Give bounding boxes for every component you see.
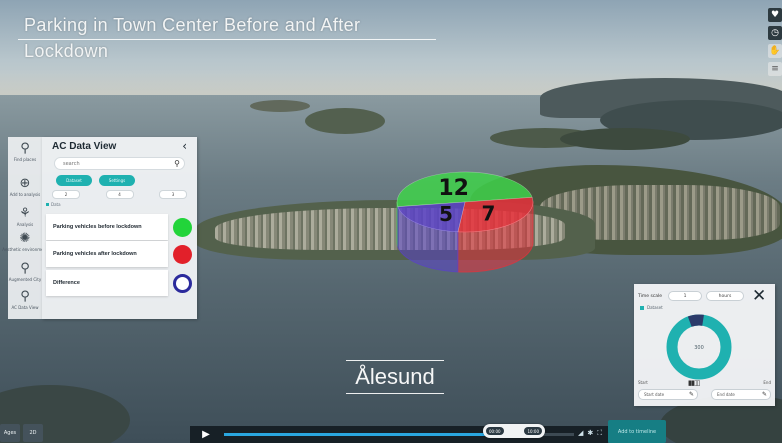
ac-item-card: Parking vehicles before lockdown [46, 214, 168, 240]
ac-panel-header: AC Data View ‹ [42, 137, 197, 155]
pencil-icon[interactable]: ✎ [762, 391, 767, 398]
pie-slice-label: 12 [438, 176, 469, 201]
city-label: Ålesund [346, 360, 444, 394]
ac-item-card: Difference [46, 270, 168, 296]
fullscreen-icon[interactable]: ⛶ [597, 429, 602, 438]
pencil-icon[interactable]: ✎ [689, 391, 694, 398]
find-places-icon: ⚲ [20, 141, 30, 156]
donut-center-value: 300 [694, 345, 704, 351]
tool-aesthetic-environment[interactable]: ✺ Aesthetic environment [2, 227, 47, 257]
number-box[interactable]: 2 [52, 190, 80, 199]
tool-label: Analysis [16, 222, 34, 227]
start-date-text: Start date [644, 392, 665, 397]
start-date-input[interactable]: Start date ✎ [638, 389, 698, 400]
ac-data-view-icon: ⚲ [20, 289, 30, 304]
add-to-analysis-icon: ⊕ [19, 176, 31, 191]
aesthetic-environment-icon: ✺ [19, 231, 31, 246]
end-date-input[interactable]: End date ✎ [711, 389, 771, 400]
ac-item-difference[interactable]: Difference [42, 270, 197, 296]
ac-legend: Data [46, 202, 197, 207]
color-swatch-green[interactable] [173, 218, 192, 237]
date-inputs: Start date ✎ End date ✎ [638, 389, 771, 400]
add-to-timeline-button[interactable]: Add to timeline [608, 420, 666, 443]
gear-icon[interactable]: ✱ [587, 429, 593, 438]
search-icon[interactable]: ⚲ [174, 159, 180, 168]
clock-icon[interactable]: ◷ [768, 26, 782, 40]
donut-chart: 300 [666, 314, 732, 380]
ac-item-card: Parking vehicles after lockdown [46, 241, 168, 267]
legend-label: Data [51, 202, 61, 207]
tool-analysis[interactable]: ⚘ Analysis [8, 202, 42, 227]
ac-search-input[interactable] [63, 160, 153, 167]
island-right [560, 128, 690, 150]
heart-icon[interactable]: ♥ [768, 8, 782, 22]
right-toolbar: ♥ ◷ ✋ ≡ [768, 8, 782, 80]
view-2d-button[interactable]: 2D [23, 424, 43, 442]
analysis-icon: ⚘ [19, 206, 31, 221]
play-icon[interactable]: ▶ [196, 428, 216, 441]
tool-augmented-city[interactable]: ⚲ Augmented City [8, 257, 42, 285]
donut-segment [687, 314, 704, 327]
time-scale-row: Time scale 1 hours ✕ [638, 288, 775, 305]
tool-ac-data-view[interactable]: ⚲ AC Data View [8, 285, 42, 315]
pie-chart[interactable]: 12 7 5 [390, 160, 540, 275]
hand-icon[interactable]: ✋ [768, 44, 782, 58]
number-box[interactable]: 3 [159, 190, 187, 199]
scene-title: Parking in Town Center Before and After … [18, 12, 436, 61]
corner-controls: Ages 2D [0, 424, 43, 442]
layers-icon[interactable]: ≡ [768, 62, 782, 76]
pie-slice-label: 7 [482, 201, 496, 225]
chevron-left-icon[interactable]: ‹ [182, 139, 187, 153]
ac-item-before-lockdown[interactable]: Parking vehicles before lockdown [42, 214, 197, 240]
tool-add-to-analysis[interactable]: ⊕ Add to analysis [8, 172, 42, 202]
tool-label: Augmented City [8, 277, 42, 282]
island-north-west [250, 100, 310, 112]
ac-panel-title: AC Data View [52, 140, 117, 152]
playback-icons: ◢ ✱ ⛶ [578, 429, 602, 438]
end-date-text: End date [717, 392, 735, 397]
close-icon[interactable]: ✕ [752, 288, 766, 305]
time-scale-value[interactable]: 1 [668, 291, 702, 301]
start-label: Start [638, 380, 648, 385]
ac-item-after-lockdown[interactable]: Parking vehicles after lockdown [42, 241, 197, 267]
ac-pill-group: Dataset Settings [56, 175, 197, 186]
ac-search-bar[interactable]: ⚲ [54, 157, 185, 170]
tool-label: AC Data View [11, 305, 39, 310]
tool-label: Find places [13, 157, 37, 162]
island-north [305, 108, 385, 134]
end-label: End [763, 380, 771, 385]
settings-pill[interactable]: Settings [99, 175, 135, 186]
dataset-pill[interactable]: Dataset [56, 175, 92, 186]
augmented-city-icon: ⚲ [20, 261, 30, 276]
scrub-end-time: 10:00 [524, 427, 542, 435]
tool-label: Add to analysis [9, 192, 41, 197]
ac-item-label: Parking vehicles after lockdown [53, 251, 137, 257]
scrub-handle[interactable]: 00:00 10:00 [483, 424, 545, 438]
number-box[interactable]: 4 [105, 190, 134, 199]
tool-label: Aesthetic environment [2, 247, 48, 252]
tool-sidebar: ⚲ Find places ⊕ Add to analysis ⚘ Analys… [2, 137, 48, 319]
time-range-labels: Start End [638, 380, 771, 385]
ac-item-label: Difference [53, 280, 80, 286]
tool-find-places[interactable]: ⚲ Find places [8, 137, 42, 172]
legend-swatch [640, 305, 644, 310]
legend-swatch [46, 203, 49, 206]
time-panel: Time scale 1 hours ✕ Dataset 300 Start E… [634, 284, 775, 406]
color-swatch-ring[interactable] [173, 274, 192, 293]
ac-data-view-panel: AC Data View ‹ ⚲ Dataset Settings 2 4 3 … [42, 137, 197, 319]
signal-icon[interactable]: ◢ [578, 429, 583, 438]
time-scale-label: Time scale [638, 293, 663, 299]
ac-number-boxes: 2 4 3 [52, 190, 187, 199]
color-swatch-red[interactable] [173, 245, 192, 264]
legend-label: Dataset [647, 305, 663, 310]
time-unit-select[interactable]: hours [706, 291, 744, 301]
ac-item-label: Parking vehicles before lockdown [53, 224, 142, 230]
progress-fill [224, 433, 490, 436]
slider-icon[interactable]: ▮▮▯▯ [688, 379, 700, 387]
ages-button[interactable]: Ages [0, 424, 20, 442]
scrub-start-time: 00:00 [486, 427, 504, 435]
pie-slice-label: 5 [439, 202, 453, 226]
